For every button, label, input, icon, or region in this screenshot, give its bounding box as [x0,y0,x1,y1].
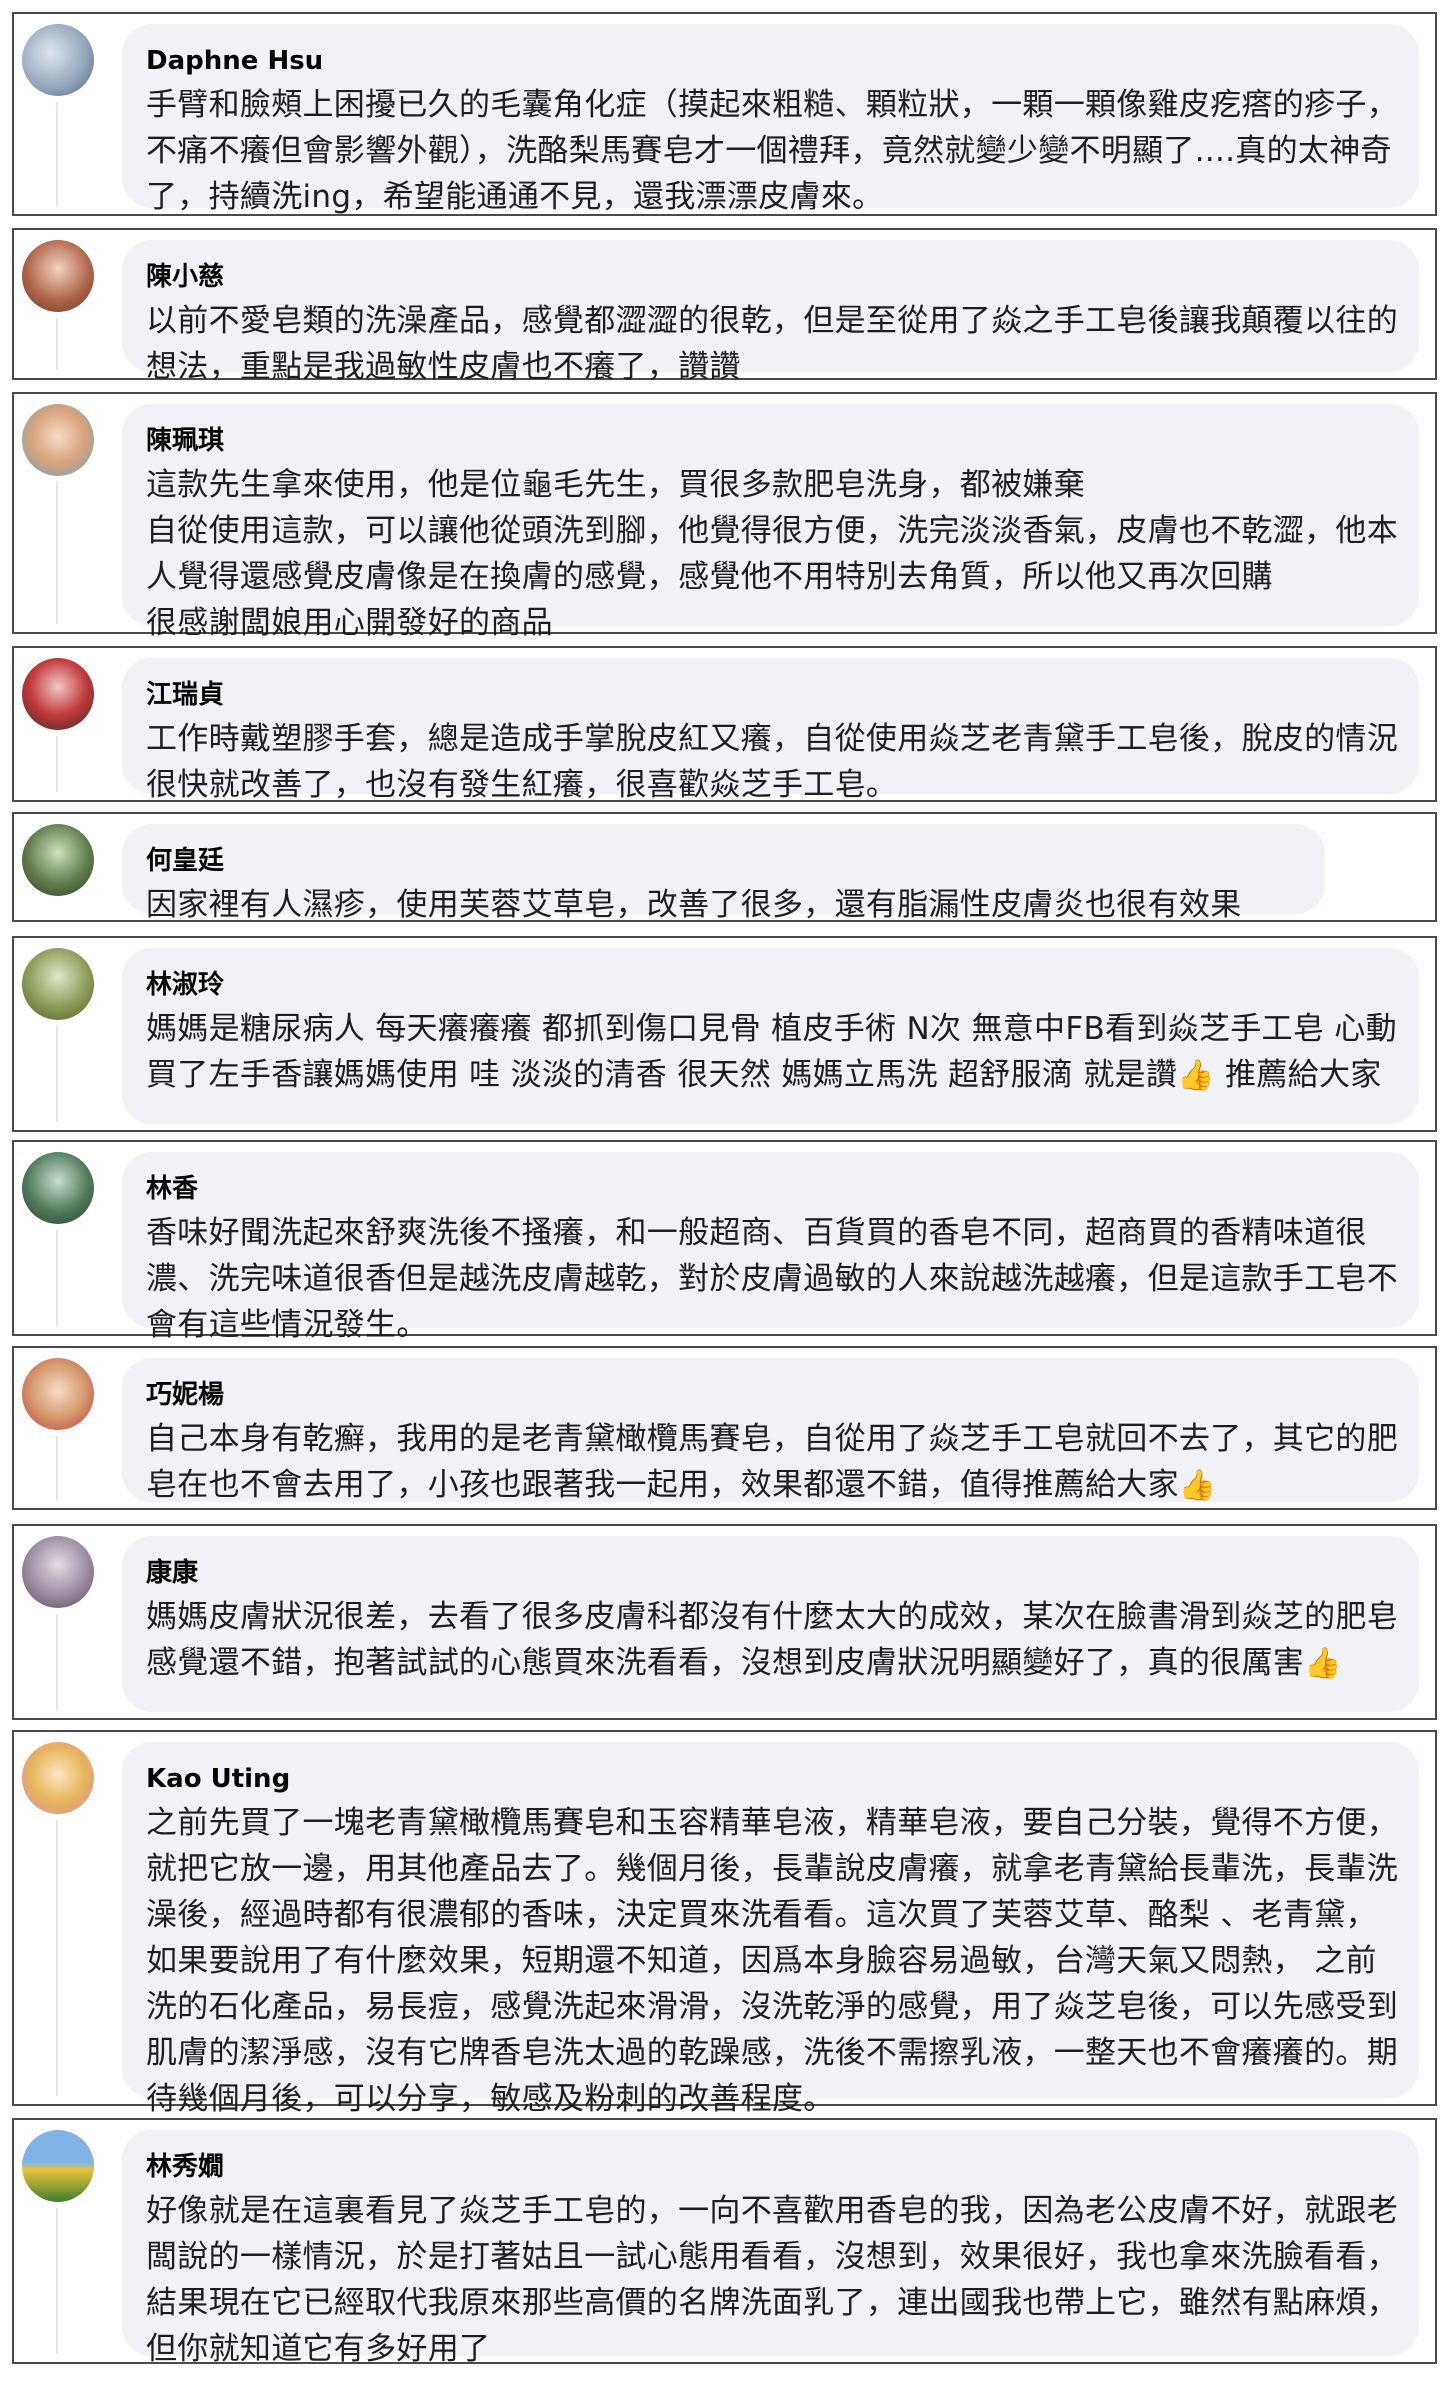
comment-card: 林秀嫺 好像就是在這裏看見了焱芝手工皂的，一向不喜歡用香皂的我，因為老公皮膚不好… [12,2118,1437,2367]
commenter-name[interactable]: 陳珮琪 [146,426,1405,456]
avatar[interactable] [22,404,94,476]
thread-line [56,1436,58,1500]
comment-card: 陳珮琪 這款先生拿來使用，他是位龜毛先生，買很多款肥皂洗身，都被嫌棄 自從使用這… [12,392,1437,641]
comment-card: 林淑玲 媽媽是糖尿病人 每天癢癢癢 都抓到傷口見骨 植皮手術 N次 無意中FB看… [12,936,1437,1132]
comment-text: 手臂和臉頰上困擾已久的毛囊角化症（摸起來粗糙、顆粒狀，一顆一顆像雞皮疙瘩的疹子，… [146,87,1398,215]
avatar[interactable] [22,1742,94,1814]
comment-bubble: 林香 香味好聞洗起來舒爽洗後不搔癢，和一般超商、百貨買的香皂不同，超商買的香精味… [122,1152,1419,1343]
comment-card: 何皇廷 因家裡有人濕疹，使用芙蓉艾草皂，改善了很多，還有脂漏性皮膚炎也很有效果 [12,812,1437,923]
comment-card: 康康 媽媽皮膚狀況很差，去看了很多皮膚科都沒有什麼太大的成效，某次在臉書滑到焱芝… [12,1524,1437,1720]
comment-text: 之前先買了一塊老青黛橄欖馬賽皂和玉容精華皂液，精華皂液，要自己分裝，覺得不方便，… [146,1805,1398,2117]
comment-text-part: 媽媽皮膚狀況很差，去看了很多皮膚科都沒有什麼太大的成效，某次在臉書滑到焱芝的肥皂… [146,1599,1398,1681]
thumbs-up-icon: 👍 [1304,1646,1342,1681]
avatar[interactable] [22,658,94,730]
thread-line [56,318,58,370]
thread-line [56,102,58,206]
avatar[interactable] [22,824,94,896]
avatar[interactable] [22,24,94,96]
commenter-name[interactable]: 林秀嫺 [146,2152,1405,2182]
thread-line [56,1614,58,1710]
comment-card: 陳小慈 以前不愛皂類的洗澡產品，感覺都澀澀的很乾，但是至從用了焱之手工皂後讓我顛… [12,228,1437,385]
comment-bubble: Daphne Hsu 手臂和臉頰上困擾已久的毛囊角化症（摸起來粗糙、顆粒狀，一顆… [122,24,1419,215]
comment-card: 林香 香味好聞洗起來舒爽洗後不搔癢，和一般超商、百貨買的香皂不同，超商買的香精味… [12,1140,1437,1343]
commenter-name[interactable]: 林香 [146,1174,1405,1204]
comment-bubble: 林淑玲 媽媽是糖尿病人 每天癢癢癢 都抓到傷口見骨 植皮手術 N次 無意中FB看… [122,948,1419,1124]
commenter-name[interactable]: 何皇廷 [146,846,1311,876]
avatar[interactable] [22,240,94,312]
comment-bubble: 何皇廷 因家裡有人濕疹，使用芙蓉艾草皂，改善了很多，還有脂漏性皮膚炎也很有效果 [122,824,1325,923]
comment-bubble: 陳小慈 以前不愛皂類的洗澡產品，感覺都澀澀的很乾，但是至從用了焱之手工皂後讓我顛… [122,240,1419,385]
commenter-name[interactable]: 陳小慈 [146,262,1405,292]
commenter-name[interactable]: 康康 [146,1558,1405,1588]
comment-text: 媽媽是糖尿病人 每天癢癢癢 都抓到傷口見骨 植皮手術 N次 無意中FB看到焱芝手… [146,1006,1405,1098]
comment-bubble: 康康 媽媽皮膚狀況很差，去看了很多皮膚科都沒有什麼太大的成效，某次在臉書滑到焱芝… [122,1536,1419,1712]
avatar[interactable] [22,2130,94,2202]
comment-bubble: 江瑞貞 工作時戴塑膠手套，總是造成手掌脫皮紅又癢，自從使用焱芝老青黛手工皂後，脫… [122,658,1419,803]
commenter-name[interactable]: Kao Uting [146,1764,1405,1794]
comment-text: 自己本身有乾癬，我用的是老青黛橄欖馬賽皂，自從用了焱芝手工皂就回不去了，其它的肥… [146,1416,1405,1508]
commenter-name[interactable]: 巧妮楊 [146,1380,1405,1410]
avatar[interactable] [22,1358,94,1430]
thumbs-up-icon: 👍 [1177,1058,1215,1093]
comment-card: Daphne Hsu 手臂和臉頰上困擾已久的毛囊角化症（摸起來粗糙、顆粒狀，一顆… [12,12,1437,216]
commenter-name[interactable]: Daphne Hsu [146,46,1405,76]
comment-text: 這款先生拿來使用，他是位龜毛先生，買很多款肥皂洗身，都被嫌棄 自從使用這款，可以… [146,467,1398,641]
commenter-name[interactable]: 江瑞貞 [146,680,1405,710]
comment-card: Kao Uting 之前先買了一塊老青黛橄欖馬賽皂和玉容精華皂液，精華皂液，要自… [12,1730,1437,2117]
comment-text: 媽媽皮膚狀況很差，去看了很多皮膚科都沒有什麼太大的成效，某次在臉書滑到焱芝的肥皂… [146,1594,1405,1686]
comment-bubble: 巧妮楊 自己本身有乾癬，我用的是老青黛橄欖馬賽皂，自從用了焱芝手工皂就回不去了，… [122,1358,1419,1503]
comment-text: 以前不愛皂類的洗澡產品，感覺都澀澀的很乾，但是至從用了焱之手工皂後讓我顛覆以往的… [146,303,1398,385]
avatar[interactable] [22,1536,94,1608]
comment-card: 巧妮楊 自己本身有乾癬，我用的是老青黛橄欖馬賽皂，自從用了焱芝手工皂就回不去了，… [12,1346,1437,1510]
avatar[interactable] [22,948,94,1020]
comment-bubble: Kao Uting 之前先買了一塊老青黛橄欖馬賽皂和玉容精華皂液，精華皂液，要自… [122,1742,1419,2117]
thread-line [56,1820,58,2096]
commenter-name[interactable]: 林淑玲 [146,970,1405,1000]
thread-line [56,2208,58,2354]
comment-text: 香味好聞洗起來舒爽洗後不搔癢，和一般超商、百貨買的香皂不同，超商買的香精味道很濃… [146,1215,1398,1343]
avatar[interactable] [22,1152,94,1224]
comment-text: 工作時戴塑膠手套，總是造成手掌脫皮紅又癢，自從使用焱芝老青黛手工皂後，脫皮的情況… [146,721,1398,803]
thread-line [56,482,58,624]
thread-line [56,1230,58,1326]
thread-line [56,1026,58,1122]
comment-text: 因家裡有人濕疹，使用芙蓉艾草皂，改善了很多，還有脂漏性皮膚炎也很有效果 [146,887,1242,923]
thumbs-up-icon: 👍 [1178,1468,1217,1503]
comment-text-part: 推薦給大家 [1214,1057,1382,1093]
comment-bubble: 林秀嫺 好像就是在這裏看見了焱芝手工皂的，一向不喜歡用香皂的我，因為老公皮膚不好… [122,2130,1419,2367]
comment-card: 江瑞貞 工作時戴塑膠手套，總是造成手掌脫皮紅又癢，自從使用焱芝老青黛手工皂後，脫… [12,646,1437,803]
thread-line [56,736,58,792]
comment-bubble: 陳珮琪 這款先生拿來使用，他是位龜毛先生，買很多款肥皂洗身，都被嫌棄 自從使用這… [122,404,1419,641]
comment-text: 好像就是在這裏看見了焱芝手工皂的，一向不喜歡用香皂的我，因為老公皮膚不好，就跟老… [146,2193,1398,2367]
